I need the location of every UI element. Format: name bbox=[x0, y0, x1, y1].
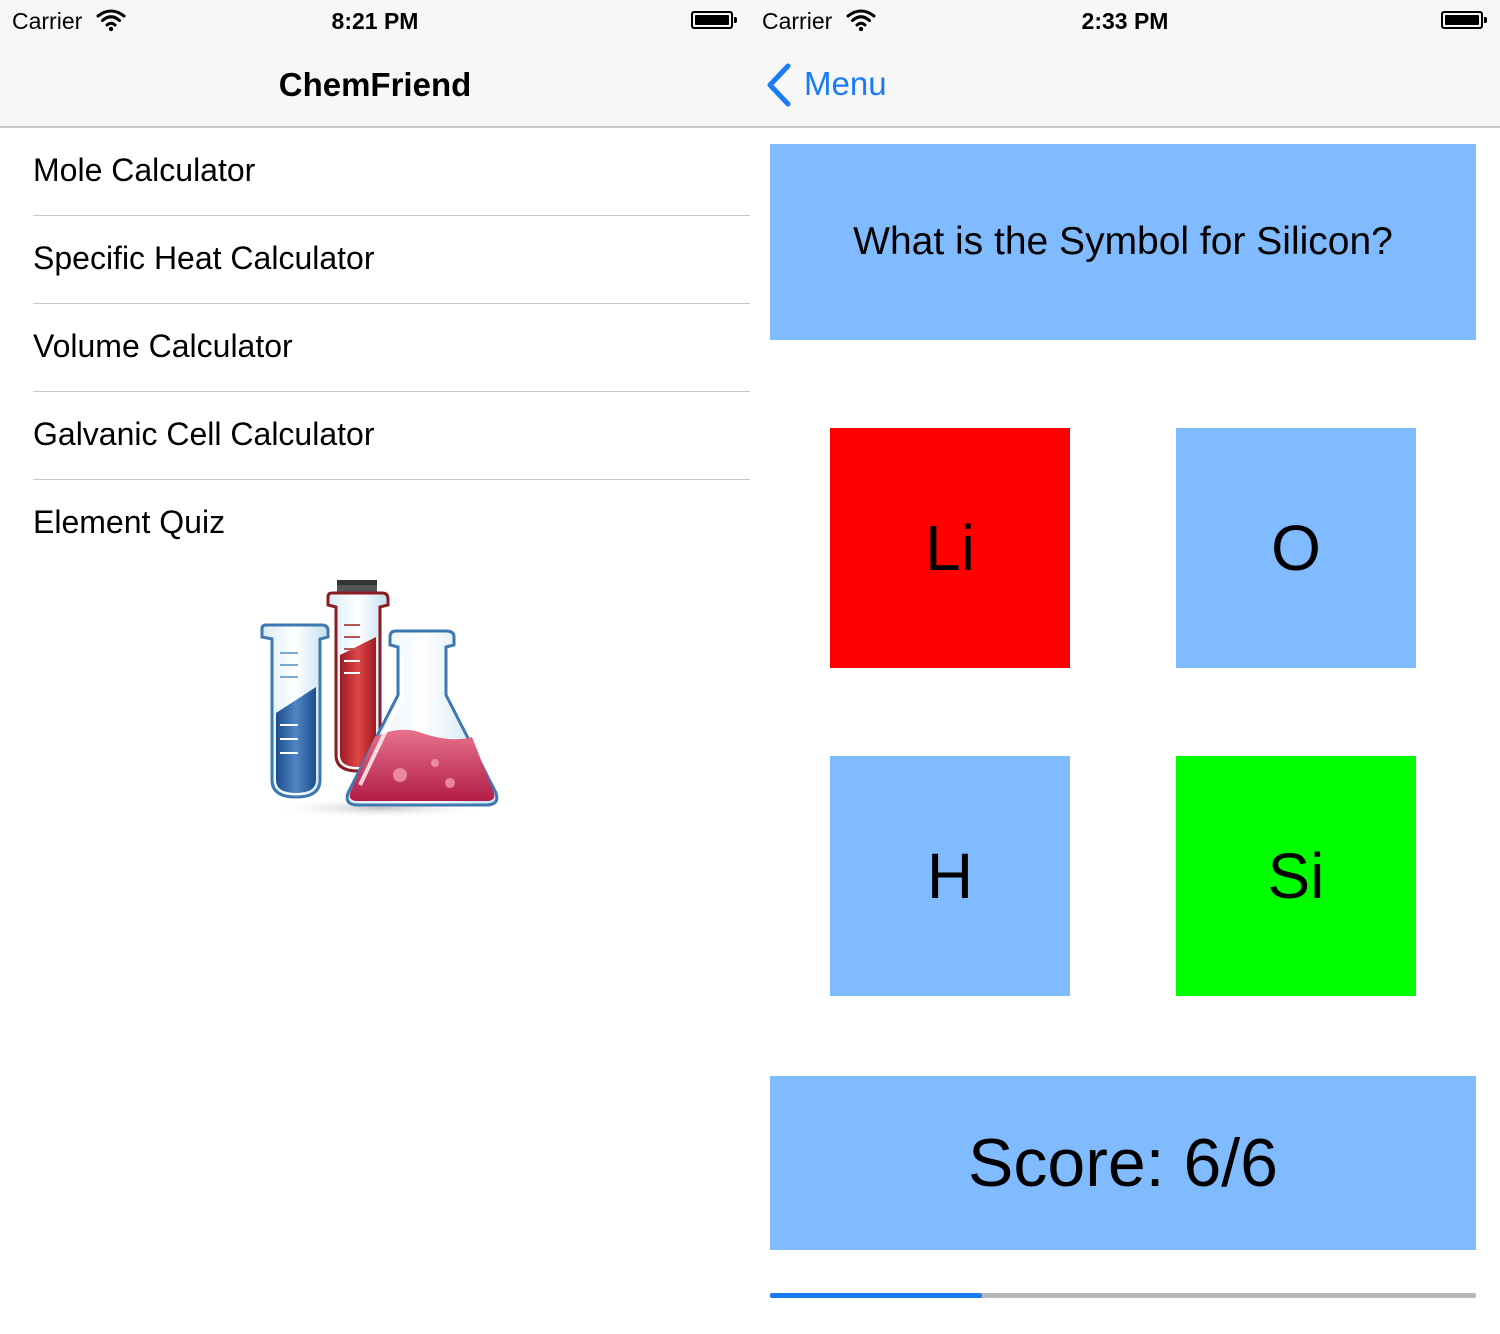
calculator-menu-list: Mole Calculator Specific Heat Calculator… bbox=[0, 128, 750, 568]
menu-item-label: Mole Calculator bbox=[33, 152, 256, 188]
menu-item-label: Galvanic Cell Calculator bbox=[33, 416, 375, 452]
element-quiz-screen: Carrier 2:33 PM Menu What is the Symbol … bbox=[750, 0, 1500, 1334]
chemfriend-menu-screen: Carrier 8:21 PM ChemFriend Mole Calculat… bbox=[0, 0, 750, 1334]
answer-button-h[interactable]: H bbox=[830, 756, 1070, 996]
back-button-label: Menu bbox=[804, 65, 887, 102]
question-panel: What is the Symbol for Silicon? bbox=[770, 144, 1476, 340]
answer-button-si[interactable]: Si bbox=[1176, 756, 1416, 996]
answer-button-li[interactable]: Li bbox=[830, 428, 1070, 668]
quiz-progress-bar bbox=[770, 1293, 1476, 1298]
page-title: ChemFriend bbox=[278, 66, 472, 103]
menu-item-mole-calculator[interactable]: Mole Calculator bbox=[0, 128, 750, 216]
answer-label: Si bbox=[1267, 840, 1325, 912]
answer-label: Li bbox=[925, 512, 975, 584]
menu-item-label: Volume Calculator bbox=[33, 328, 293, 364]
menu-item-galvanic-cell-calculator[interactable]: Galvanic Cell Calculator bbox=[0, 392, 750, 480]
menu-item-element-quiz[interactable]: Element Quiz bbox=[0, 480, 750, 568]
clock: 8:21 PM bbox=[331, 8, 419, 34]
answer-label: O bbox=[1271, 512, 1321, 584]
quiz-progress-fill bbox=[770, 1293, 982, 1298]
answer-button-o[interactable]: O bbox=[1176, 428, 1416, 668]
score-panel: Score: 6/6 bbox=[770, 1076, 1476, 1250]
navigation-bar: Carrier 2:33 PM Menu bbox=[750, 0, 1500, 128]
status-bar: Carrier 8:21 PM bbox=[0, 0, 750, 40]
score-text: Score: 6/6 bbox=[968, 1125, 1278, 1201]
menu-item-label: Element Quiz bbox=[33, 504, 226, 540]
menu-item-specific-heat-calculator[interactable]: Specific Heat Calculator bbox=[0, 216, 750, 304]
clock: 2:33 PM bbox=[1081, 8, 1169, 34]
chemistry-flasks-icon bbox=[260, 580, 499, 818]
battery-icon bbox=[691, 11, 737, 29]
navigation-bar: Carrier 8:21 PM ChemFriend bbox=[0, 0, 750, 128]
menu-item-label: Specific Heat Calculator bbox=[33, 240, 375, 276]
menu-item-volume-calculator[interactable]: Volume Calculator bbox=[0, 304, 750, 392]
battery-icon bbox=[1441, 11, 1487, 29]
status-bar: Carrier 2:33 PM bbox=[750, 0, 1500, 40]
answer-label: H bbox=[926, 840, 974, 912]
question-text: What is the Symbol for Silicon? bbox=[853, 220, 1393, 263]
chevron-left-icon bbox=[767, 63, 791, 107]
